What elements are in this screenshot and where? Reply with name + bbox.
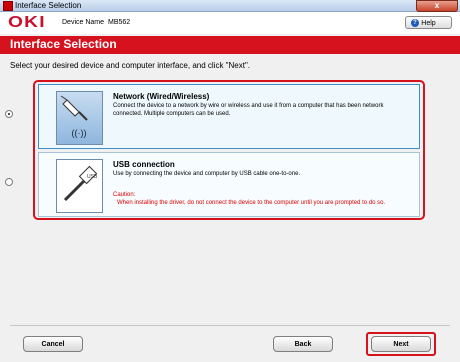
radio-network[interactable] bbox=[5, 110, 13, 118]
network-description: Connect the device to a network by wire … bbox=[113, 103, 384, 117]
window-title: Interface Selection bbox=[15, 1, 82, 10]
option-network[interactable]: ((·)) Network (Wired/Wireless) Connect t… bbox=[5, 84, 420, 149]
oki-logo: OKI bbox=[8, 14, 46, 31]
usb-description: Use by connecting the device and compute… bbox=[113, 171, 301, 177]
back-button[interactable]: Back bbox=[273, 336, 333, 352]
svg-text:USB: USB bbox=[87, 174, 98, 180]
cancel-button[interactable]: Cancel bbox=[23, 336, 83, 352]
usb-caution-text: When installing the driver, do not conne… bbox=[117, 200, 386, 206]
next-button[interactable]: Next bbox=[371, 336, 431, 352]
usb-caution-label: Caution: bbox=[113, 192, 136, 198]
usb-title: USB connection bbox=[113, 160, 175, 169]
svg-text:((·)): ((·)) bbox=[72, 128, 87, 138]
page-title: Interface Selection bbox=[10, 37, 117, 51]
network-title: Network (Wired/Wireless) bbox=[113, 92, 210, 101]
usb-cable-icon: USB bbox=[56, 159, 103, 213]
app-icon bbox=[3, 1, 13, 11]
network-cable-icon: ((·)) bbox=[56, 91, 103, 145]
option-usb[interactable]: USB USB connection Use by connecting the… bbox=[5, 152, 420, 217]
help-button[interactable]: ? Help bbox=[405, 16, 452, 29]
close-button[interactable]: x bbox=[416, 0, 458, 12]
footer-separator bbox=[10, 325, 450, 326]
device-name-value: MB562 bbox=[108, 19, 131, 26]
device-name-label: Device Name bbox=[62, 19, 105, 26]
help-icon: ? bbox=[411, 19, 419, 27]
instruction-text: Select your desired device and computer … bbox=[10, 61, 251, 70]
help-label: Help bbox=[421, 20, 436, 27]
radio-usb[interactable] bbox=[5, 178, 13, 186]
